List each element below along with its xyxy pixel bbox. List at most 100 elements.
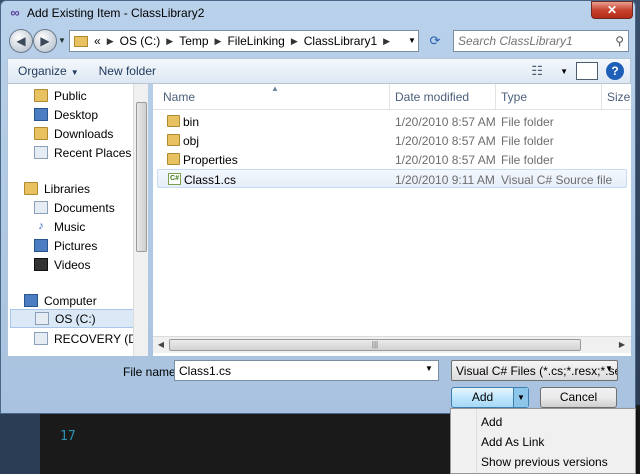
chevron-right-icon[interactable]: ▶ (215, 36, 222, 47)
change-view-icon[interactable]: ☷ (526, 62, 548, 80)
file-name: Class1.cs (184, 173, 237, 187)
menu-item-add-as-link[interactable]: Add As Link (481, 435, 544, 449)
nav-item-downloads[interactable]: Downloads (34, 124, 113, 143)
horizontal-scrollbar[interactable]: ◀ ||| ▶ (153, 336, 631, 353)
file-type-filter-select[interactable]: Visual C# Files (*.cs;*.resx;*.setti (451, 360, 618, 381)
organize-button[interactable]: Organize ▼ (8, 64, 89, 78)
nav-item-label: RECOVERY (D:) (54, 331, 145, 346)
organize-label: Organize (18, 64, 67, 78)
back-arrow-icon: ◀ (16, 34, 26, 48)
column-date-modified[interactable]: Date modified (395, 90, 469, 104)
address-bar[interactable]: « ▶ OS (C:) ▶ Temp ▶ FileLinking ▶ Class… (69, 30, 419, 52)
folder-icon (167, 153, 180, 165)
scroll-left-icon[interactable]: ◀ (154, 339, 168, 351)
visual-studio-icon: ∞ (10, 5, 20, 20)
file-name-field[interactable]: Class1.cs (174, 360, 439, 381)
forward-button[interactable]: ▶ (33, 29, 57, 53)
nav-item-label: Pictures (54, 238, 98, 253)
column-divider[interactable] (495, 84, 496, 110)
nav-item-documents[interactable]: Documents (34, 198, 115, 217)
navigation-pane: Public Desktop Downloads Recent Places L… (7, 84, 147, 356)
file-row-class1-cs[interactable]: C# Class1.cs 1/20/2010 9:11 AM Visual C#… (157, 169, 627, 188)
file-name-dropdown-icon[interactable]: ▼ (425, 364, 433, 373)
column-size[interactable]: Size (607, 90, 630, 104)
sort-ascending-icon: ▲ (271, 84, 279, 93)
file-name: obj (183, 134, 200, 148)
file-list: ▲ Name Date modified Type Size bin 1/20/… (153, 84, 631, 356)
chevron-right-icon[interactable]: ▶ (107, 36, 114, 47)
nav-item-os-c[interactable]: OS (C:) (10, 309, 138, 328)
help-icon[interactable]: ? (606, 62, 624, 80)
computer-icon (24, 294, 38, 307)
nav-item-recovery-d[interactable]: RECOVERY (D:) (34, 329, 144, 348)
recent-locations-button[interactable]: ▼ (58, 36, 66, 45)
address-dropdown-button[interactable]: ▼ (405, 30, 419, 52)
nav-item-computer[interactable]: Computer (24, 291, 97, 310)
folder-icon (167, 134, 180, 146)
close-button[interactable]: ✕ (591, 1, 633, 19)
file-date: 1/20/2010 9:11 AM (395, 173, 495, 187)
nav-item-label: Music (54, 219, 86, 234)
nav-item-libraries[interactable]: Libraries (24, 179, 90, 198)
breadcrumb-item-classlibrary1[interactable]: ClassLibrary1 (304, 34, 377, 48)
breadcrumb-item-temp[interactable]: Temp (179, 34, 208, 48)
file-name: bin (183, 115, 200, 129)
search-box[interactable]: ⚲ (453, 30, 629, 52)
view-dropdown-icon[interactable]: ▼ (560, 67, 568, 76)
file-type: File folder (501, 153, 554, 167)
add-options-menu: Add Add As Link Show previous versions (450, 408, 636, 474)
column-type[interactable]: Type (501, 90, 527, 104)
new-folder-button[interactable]: New folder (89, 64, 166, 78)
file-row-properties[interactable]: Properties 1/20/2010 8:57 AM File folder (157, 150, 627, 169)
file-type: Visual C# Source file (501, 173, 613, 187)
search-icon: ⚲ (615, 34, 624, 48)
menu-item-add[interactable]: Add (481, 415, 502, 429)
chevron-right-icon[interactable]: ▶ (291, 36, 298, 47)
back-button[interactable]: ◀ (9, 29, 33, 53)
add-button[interactable]: Add (452, 388, 514, 407)
search-input[interactable] (458, 34, 608, 48)
chevron-right-icon[interactable]: ▶ (383, 36, 390, 47)
nav-item-pictures[interactable]: Pictures (34, 236, 97, 255)
breadcrumb-item-filelinking[interactable]: FileLinking (227, 34, 284, 48)
drive-icon (34, 332, 48, 345)
add-dropdown-button[interactable]: ▼ (514, 388, 528, 407)
navigation-scrollbar[interactable] (133, 84, 148, 356)
title-bar: ∞ Add Existing Item - ClassLibrary2 ✕ (1, 1, 635, 25)
nav-item-label: Documents (54, 200, 115, 215)
breadcrumb-overflow[interactable]: « (94, 34, 101, 48)
column-divider[interactable] (601, 84, 602, 110)
chevron-down-icon[interactable]: ▼ (605, 364, 613, 373)
add-split-button: Add ▼ (451, 387, 529, 408)
nav-item-label: Computer (44, 293, 97, 308)
column-name[interactable]: Name (163, 90, 195, 104)
drive-icon (35, 312, 49, 325)
folder-icon (167, 115, 180, 127)
chevron-right-icon[interactable]: ▶ (166, 36, 173, 47)
scrollbar-thumb[interactable] (136, 102, 147, 252)
cancel-button[interactable]: Cancel (540, 387, 617, 408)
refresh-button[interactable]: ⟳ (423, 30, 447, 52)
nav-item-desktop[interactable]: Desktop (34, 105, 98, 124)
downloads-icon (34, 127, 48, 140)
column-header: ▲ Name Date modified Type Size (153, 84, 631, 110)
scrollbar-thumb[interactable]: ||| (169, 339, 581, 351)
editor-gutter (0, 405, 40, 474)
menu-icon-strip (451, 409, 477, 473)
file-date: 1/20/2010 8:57 AM (395, 153, 496, 167)
nav-item-label: Libraries (44, 181, 91, 196)
column-divider[interactable] (389, 84, 390, 110)
nav-item-public[interactable]: Public (34, 86, 87, 105)
nav-item-recent-places[interactable]: Recent Places (34, 143, 131, 162)
nav-item-label: Public (54, 88, 87, 103)
preview-pane-icon[interactable] (576, 62, 598, 80)
file-row-bin[interactable]: bin 1/20/2010 8:57 AM File folder (157, 112, 627, 131)
file-name-label: File name: (123, 365, 180, 379)
nav-item-videos[interactable]: Videos (34, 255, 90, 274)
file-date: 1/20/2010 8:57 AM (395, 115, 496, 129)
scroll-right-icon[interactable]: ▶ (615, 339, 629, 351)
breadcrumb-item-os-c[interactable]: OS (C:) (120, 34, 161, 48)
file-row-obj[interactable]: obj 1/20/2010 8:57 AM File folder (157, 131, 627, 150)
nav-item-music[interactable]: ♪ Music (34, 217, 85, 236)
menu-item-show-previous-versions[interactable]: Show previous versions (481, 455, 608, 469)
